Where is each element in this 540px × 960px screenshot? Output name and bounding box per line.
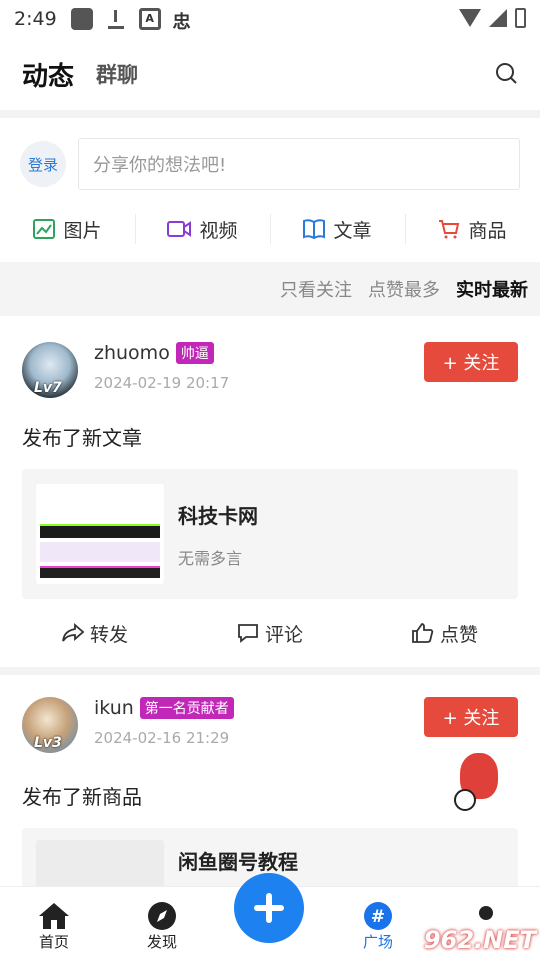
comment-label: 评论: [264, 623, 303, 646]
post-date: 2024-02-19 20:17: [94, 374, 230, 392]
status-time: 2:49: [14, 8, 57, 30]
repost-button[interactable]: 转发: [62, 620, 128, 647]
wifi-icon: [459, 9, 481, 27]
category-label: 视频: [199, 219, 238, 242]
watermark-logo: 962.NET: [423, 926, 536, 954]
tab-square[interactable]: # 广场: [324, 887, 432, 960]
svg-text:#: #: [371, 907, 385, 927]
divider: [0, 110, 540, 118]
like-button[interactable]: 点赞: [412, 620, 478, 647]
create-post-button[interactable]: [234, 873, 304, 943]
category-label: 图片: [63, 219, 102, 242]
avatar[interactable]: Lv3: [22, 697, 78, 753]
avatar[interactable]: Lv7: [22, 342, 78, 398]
article-card[interactable]: 科技卡网 无需多言: [22, 469, 518, 599]
follow-button[interactable]: + 关注: [424, 697, 518, 737]
battery-icon: [515, 8, 526, 28]
image-icon: [33, 219, 56, 239]
category-video[interactable]: 视频: [135, 196, 270, 262]
a-icon: A: [138, 8, 161, 30]
tab-label: 发现: [146, 933, 177, 951]
filter-most-liked[interactable]: 点赞最多: [368, 276, 440, 302]
divider: [0, 667, 540, 675]
card-subtitle: 无需多言: [178, 548, 243, 568]
compass-icon: [148, 902, 176, 930]
login-button[interactable]: 登录: [20, 141, 66, 187]
filter-bar: 只看关注 点赞最多 实时最新: [0, 262, 540, 316]
tab-discover[interactable]: 发现: [108, 887, 216, 960]
home-icon: [39, 903, 69, 929]
category-label: 文章: [333, 219, 372, 242]
download-icon: [105, 8, 127, 30]
plus-icon: [254, 893, 284, 923]
username[interactable]: ikun: [94, 697, 134, 719]
search-icon[interactable]: [494, 61, 518, 85]
category-goods[interactable]: 商品: [405, 196, 540, 262]
level-badge: Lv7: [34, 380, 62, 396]
user-title-badge: 第一名贡献者: [139, 697, 234, 719]
signal-icon: [489, 9, 507, 27]
tab-group-chat[interactable]: 群聊: [96, 59, 138, 89]
top-nav: 动态 群聊: [0, 38, 540, 110]
post-date: 2024-02-16 21:29: [94, 729, 230, 747]
thumbs-up-icon: [412, 623, 434, 643]
filter-follow-only[interactable]: 只看关注: [280, 276, 352, 302]
hashtag-icon: #: [364, 902, 392, 930]
level-badge: Lv3: [34, 735, 62, 751]
video-icon: [167, 221, 192, 237]
post-item: Lv7 zhuomo 帅逼 2024-02-19 20:17 + 关注 发布了新…: [0, 316, 540, 667]
tab-label: 广场: [362, 933, 393, 951]
post-input[interactable]: 分享你的想法吧!: [78, 138, 520, 190]
post-categories: 图片 视频 文章 商品: [0, 196, 540, 262]
notification-icon: [70, 8, 93, 30]
card-title: 科技卡网: [178, 503, 258, 528]
category-label: 商品: [468, 219, 507, 242]
post-text: 发布了新文章: [22, 426, 142, 450]
category-image[interactable]: 图片: [0, 196, 135, 262]
tab-label: 首页: [38, 933, 69, 951]
filter-latest[interactable]: 实时最新: [456, 276, 528, 302]
category-article[interactable]: 文章: [270, 196, 405, 262]
mascot-sticker: [450, 743, 510, 813]
like-label: 点赞: [439, 623, 478, 646]
post-text: 发布了新商品: [22, 785, 142, 809]
user-title-badge: 帅逼: [175, 342, 214, 364]
post-actions: 转发 评论 点赞: [22, 599, 518, 667]
article-thumbnail: [36, 484, 164, 584]
follow-button[interactable]: + 关注: [424, 342, 518, 382]
repost-label: 转发: [90, 623, 129, 646]
comment-button[interactable]: 评论: [237, 620, 303, 647]
cart-icon: [439, 220, 460, 239]
bottom-tab-bar: 首页 发现 # 广场 962.NET: [0, 873, 540, 960]
share-icon: [62, 623, 84, 642]
book-icon: [303, 219, 326, 239]
composer: 登录 分享你的想法吧!: [0, 118, 540, 190]
status-bar: 2:49 A 忠: [0, 0, 540, 38]
app-icon: 忠: [172, 12, 191, 33]
card-title: 闲鱼圈号教程: [178, 850, 298, 874]
tab-home[interactable]: 首页: [0, 887, 108, 960]
username[interactable]: zhuomo: [94, 342, 170, 364]
comment-icon: [238, 624, 258, 643]
tab-dynamic[interactable]: 动态: [22, 56, 74, 93]
